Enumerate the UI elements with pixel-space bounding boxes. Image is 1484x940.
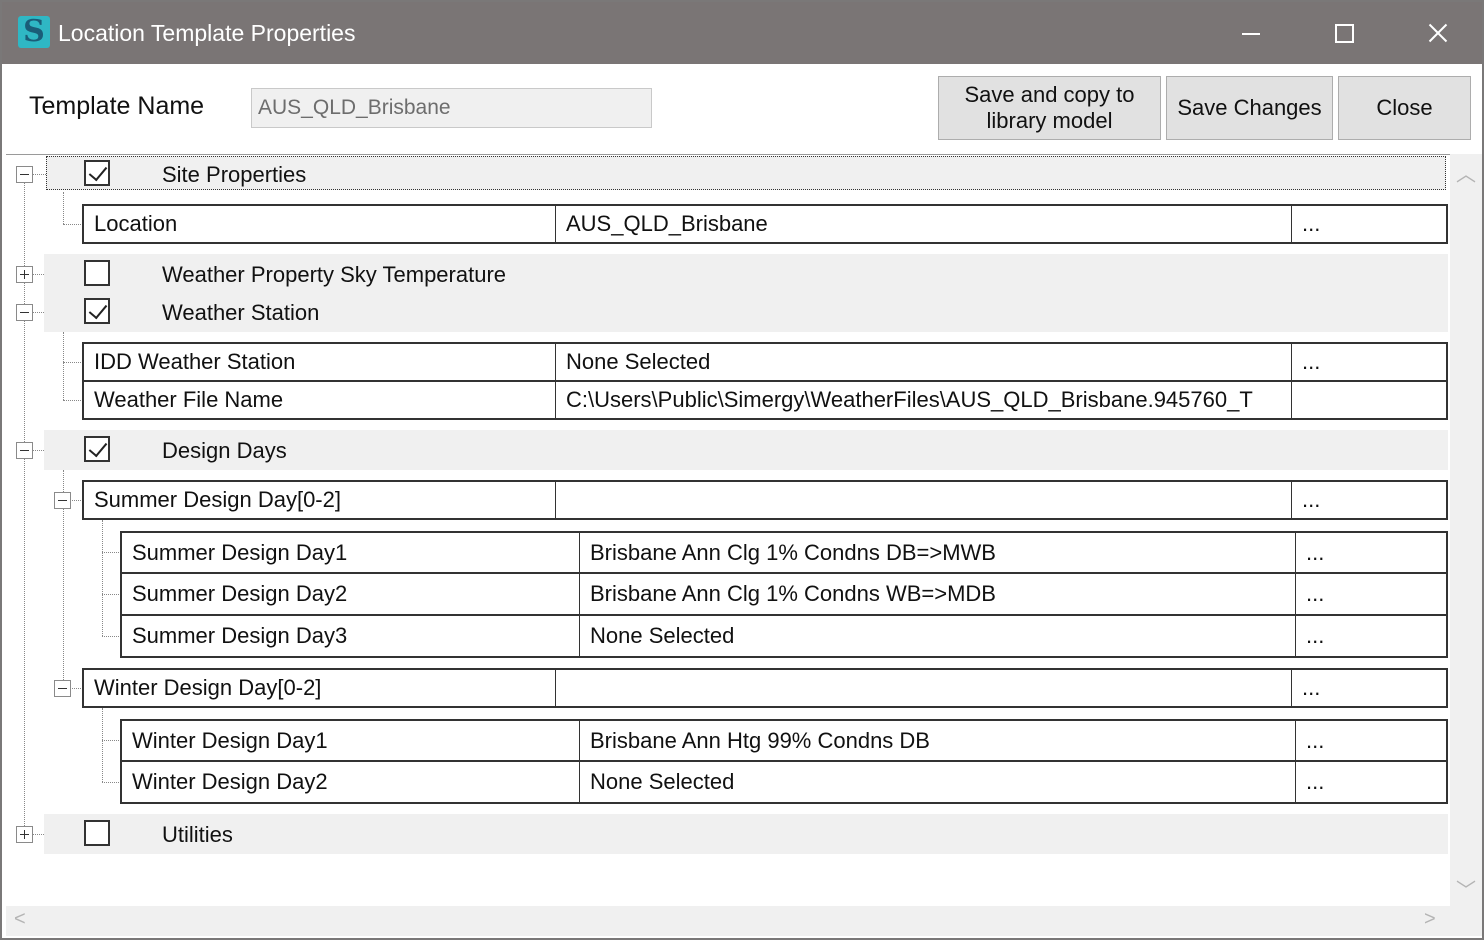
- property-value[interactable]: None Selected: [556, 344, 1292, 380]
- tree-line: [63, 192, 64, 224]
- browse-button[interactable]: ...: [1292, 670, 1446, 706]
- design-days-checkbox[interactable]: [84, 436, 110, 462]
- close-icon: [1414, 12, 1460, 54]
- close-button[interactable]: Close: [1338, 76, 1471, 140]
- browse-button[interactable]: [1292, 382, 1446, 418]
- save-changes-button[interactable]: Save Changes: [1166, 76, 1333, 140]
- save-and-copy-button[interactable]: Save and copy to library model: [938, 76, 1161, 140]
- expand-utilities-icon[interactable]: [16, 826, 33, 843]
- tree-line: [63, 332, 64, 400]
- vertical-scrollbar[interactable]: ︿ ﹀: [1450, 154, 1482, 906]
- property-value[interactable]: None Selected: [580, 616, 1296, 656]
- property-value[interactable]: [556, 482, 1292, 518]
- design-days-label: Design Days: [162, 438, 287, 463]
- minimize-button[interactable]: [1228, 12, 1274, 54]
- tree-line: [102, 782, 121, 783]
- property-name: Winter Design Day[0-2]: [84, 670, 556, 706]
- property-row-winter-design-day2[interactable]: Winter Design Day2 None Selected ...: [120, 761, 1448, 804]
- tree-line: [32, 174, 46, 175]
- tree-line: [63, 400, 83, 401]
- tree-line: [102, 636, 121, 637]
- title-bar[interactable]: S Location Template Properties: [2, 2, 1482, 64]
- weather-station-checkbox[interactable]: [84, 298, 110, 324]
- scroll-left-icon[interactable]: <: [14, 908, 26, 931]
- property-row-location[interactable]: Location AUS_QLD_Brisbane ...: [82, 204, 1448, 244]
- tree-line: [102, 594, 121, 595]
- location-template-window: S Location Template Properties Template …: [0, 0, 1484, 940]
- tree-line: [102, 552, 121, 553]
- maximize-button[interactable]: [1322, 12, 1368, 54]
- browse-button[interactable]: ...: [1296, 533, 1446, 572]
- tree-line: [102, 740, 121, 741]
- property-row-winter-design-day1[interactable]: Winter Design Day1 Brisbane Ann Htg 99% …: [120, 719, 1448, 762]
- browse-button[interactable]: ...: [1296, 616, 1446, 656]
- property-row-idd-weather-station[interactable]: IDD Weather Station None Selected ...: [82, 342, 1448, 382]
- property-value[interactable]: C:\Users\Public\Simergy\WeatherFiles\AUS…: [556, 382, 1292, 418]
- sky-temperature-label: Weather Property Sky Temperature: [162, 262, 507, 287]
- simergy-app-icon: S: [18, 14, 50, 49]
- collapse-winter-design-day-icon[interactable]: [54, 680, 71, 697]
- property-row-summer-design-day-group[interactable]: Summer Design Day[0-2] ...: [82, 480, 1448, 520]
- window-title: Location Template Properties: [58, 20, 356, 46]
- tree-line: [102, 520, 103, 636]
- template-name-label: Template Name: [29, 92, 205, 120]
- browse-button[interactable]: ...: [1292, 482, 1446, 518]
- utilities-band: [44, 814, 1448, 854]
- tree-line: [63, 224, 83, 225]
- property-value[interactable]: Brisbane Ann Clg 1% Condns DB=>MWB: [580, 533, 1296, 572]
- property-name: Winter Design Day1: [122, 721, 580, 760]
- browse-button[interactable]: ...: [1292, 206, 1446, 242]
- collapse-weather-station-icon[interactable]: [16, 304, 33, 321]
- property-value[interactable]: Brisbane Ann Clg 1% Condns WB=>MDB: [580, 574, 1296, 614]
- sky-temperature-checkbox[interactable]: [84, 260, 110, 286]
- site-properties-checkbox[interactable]: [84, 160, 110, 186]
- property-value[interactable]: [556, 670, 1292, 706]
- collapse-site-properties-icon[interactable]: [16, 166, 33, 183]
- expand-sky-temperature-icon[interactable]: [16, 266, 33, 283]
- collapse-design-days-icon[interactable]: [16, 442, 33, 459]
- property-value[interactable]: AUS_QLD_Brisbane: [556, 206, 1292, 242]
- template-name-input[interactable]: [251, 88, 652, 128]
- browse-button[interactable]: ...: [1296, 721, 1446, 760]
- property-row-summer-design-day2[interactable]: Summer Design Day2 Brisbane Ann Clg 1% C…: [120, 573, 1448, 616]
- property-name: Summer Design Day3: [122, 616, 580, 656]
- collapse-summer-design-day-icon[interactable]: [54, 492, 71, 509]
- horizontal-scrollbar[interactable]: < >: [6, 906, 1482, 936]
- property-name: Weather File Name: [84, 382, 556, 418]
- site-properties-label: Site Properties: [162, 162, 307, 187]
- property-row-weather-file-name[interactable]: Weather File Name C:\Users\Public\Simerg…: [82, 381, 1448, 420]
- browse-button[interactable]: ...: [1296, 762, 1446, 802]
- property-value[interactable]: Brisbane Ann Htg 99% Condns DB: [580, 721, 1296, 760]
- property-name: Winter Design Day2: [122, 762, 580, 802]
- maximize-icon: [1335, 24, 1354, 43]
- scroll-down-icon[interactable]: ﹀: [1456, 874, 1476, 903]
- utilities-checkbox[interactable]: [84, 820, 110, 846]
- scroll-up-icon[interactable]: ︿: [1456, 158, 1476, 187]
- tree-line: [102, 708, 103, 782]
- browse-button[interactable]: ...: [1296, 574, 1446, 614]
- tree-line: [63, 362, 83, 363]
- property-row-summer-design-day3[interactable]: Summer Design Day3 None Selected ...: [120, 615, 1448, 658]
- property-name: IDD Weather Station: [84, 344, 556, 380]
- minimize-icon: [1242, 33, 1260, 35]
- browse-button[interactable]: ...: [1292, 344, 1446, 380]
- weather-station-label: Weather Station: [162, 300, 320, 325]
- property-value[interactable]: None Selected: [580, 762, 1296, 802]
- property-name: Location: [84, 206, 556, 242]
- property-row-winter-design-day-group[interactable]: Winter Design Day[0-2] ...: [82, 668, 1448, 708]
- property-name: Summer Design Day2: [122, 574, 580, 614]
- utilities-label: Utilities: [162, 822, 233, 847]
- scroll-right-icon[interactable]: >: [1424, 908, 1436, 931]
- property-row-summer-design-day1[interactable]: Summer Design Day1 Brisbane Ann Clg 1% C…: [120, 531, 1448, 574]
- property-name: Summer Design Day1: [122, 533, 580, 572]
- property-name: Summer Design Day[0-2]: [84, 482, 556, 518]
- close-window-button[interactable]: [1414, 12, 1460, 54]
